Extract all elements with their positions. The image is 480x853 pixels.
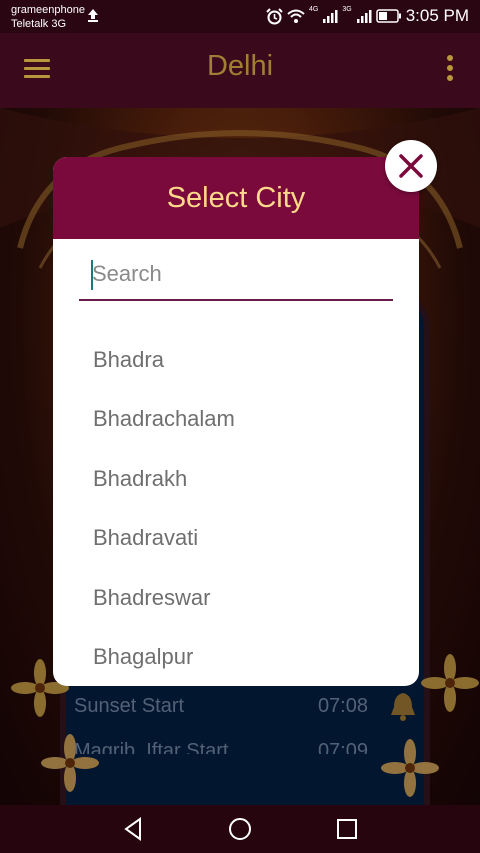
home-nav-icon[interactable] (226, 815, 254, 843)
status-time: 3:05 PM (405, 6, 469, 25)
wifi-icon (287, 9, 305, 23)
city-list-item[interactable]: Bhadreswar (53, 568, 419, 627)
city-list-item[interactable]: Bhadrachalam (53, 389, 419, 448)
status-icons: 4G 3G 3:05 PM (266, 6, 469, 26)
page-title: Delhi (206, 50, 274, 82)
dialog-header: Select City (53, 157, 419, 239)
search-input[interactable] (79, 251, 393, 297)
city-list-item[interactable]: Bhagalpur (53, 627, 419, 686)
carrier-name-1: grameenphone (11, 4, 86, 16)
status-bar: grameenphone Teletalk 3G 4G 3G 3:05 PM (0, 0, 480, 33)
signal-icon-2 (356, 10, 372, 23)
recents-nav-icon[interactable] (333, 815, 361, 843)
city-list-item[interactable]: Bhadra (53, 330, 419, 389)
system-nav-bar (0, 805, 480, 853)
network-type-1: 4G (309, 6, 319, 13)
select-city-dialog: Select City Bhadra Bhadrachalam Bhadrakh… (53, 157, 419, 686)
carrier-info: grameenphone Teletalk 3G (11, 3, 85, 31)
back-nav-icon[interactable] (120, 815, 148, 843)
network-type-2: 3G (342, 6, 352, 13)
city-list-item[interactable]: Bhadravati (53, 508, 419, 567)
alarm-icon (266, 7, 283, 24)
city-list: Bhadra Bhadrachalam Bhadrakh Bhadravati … (53, 330, 419, 686)
text-cursor (91, 260, 93, 290)
close-button[interactable] (385, 140, 437, 192)
signal-icon (323, 10, 338, 23)
carrier-name-2: Teletalk 3G (11, 18, 67, 30)
city-list-item[interactable]: Bhadrakh (53, 449, 419, 508)
search-field (79, 251, 393, 301)
upload-icon (88, 9, 98, 22)
close-icon (399, 154, 423, 178)
battery-icon (375, 9, 401, 23)
dialog-title: Select City (166, 181, 306, 214)
app-bar: Delhi (0, 33, 480, 108)
more-options-icon[interactable] (446, 55, 454, 85)
